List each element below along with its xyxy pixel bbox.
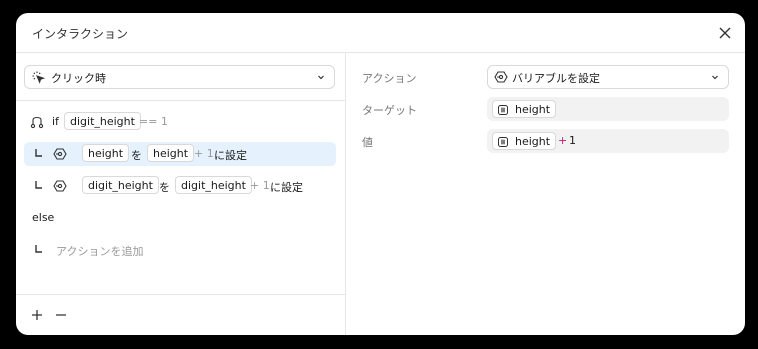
add-action-placeholder[interactable]: アクションを追加 xyxy=(56,243,143,259)
target-variable[interactable]: height xyxy=(82,144,130,162)
divider xyxy=(16,100,345,101)
value-label: 値 xyxy=(362,136,373,149)
operator: + 1 xyxy=(250,179,270,192)
plus-operator: + xyxy=(558,134,568,147)
action-select[interactable]: バリアブルを設定 xyxy=(487,65,729,89)
set-suffix: に設定 xyxy=(214,149,247,162)
target-label: ターゲット xyxy=(362,104,417,117)
if-keyword: if xyxy=(52,115,59,128)
dialog-header: インタラクション xyxy=(16,13,745,53)
value-number: 1 xyxy=(569,134,576,147)
nested-arrow-icon xyxy=(35,245,42,253)
action-row-height[interactable]: height を height + 1 に設定 xyxy=(24,142,336,166)
click-trigger-icon xyxy=(32,71,45,84)
trigger-label: クリック時 xyxy=(51,72,106,85)
else-row[interactable]: else xyxy=(24,206,336,230)
logic-pane: クリック時 if digit_height == 1 height を heig… xyxy=(16,53,346,335)
chevron-down-icon xyxy=(712,75,718,80)
target-value: height xyxy=(515,103,551,116)
set-variable-icon xyxy=(53,148,67,160)
action-row-digit-height[interactable]: digit_height を digit_height + 1 に設定 xyxy=(24,174,336,198)
remove-icon[interactable] xyxy=(54,308,68,322)
target-field[interactable]: height xyxy=(487,97,729,121)
close-icon[interactable] xyxy=(717,25,733,41)
add-action-row[interactable]: アクションを追加 xyxy=(24,238,336,262)
value-variable: height xyxy=(515,135,551,148)
condition-operator: == 1 xyxy=(139,115,168,128)
action-label: アクション xyxy=(362,72,417,85)
target-variable[interactable]: digit_height xyxy=(82,176,159,194)
wo-particle: を xyxy=(159,181,170,194)
action-value: バリアブルを設定 xyxy=(512,72,600,85)
operator: + 1 xyxy=(194,147,214,160)
if-row[interactable]: if digit_height == 1 xyxy=(24,110,336,134)
wo-particle: を xyxy=(131,149,142,162)
variable-icon xyxy=(498,105,508,115)
source-variable[interactable]: height xyxy=(147,144,195,162)
nested-arrow-icon xyxy=(35,181,42,189)
condition-variable[interactable]: digit_height xyxy=(64,112,141,130)
set-variable-icon xyxy=(494,71,508,83)
interaction-dialog: インタラクション クリック時 if digit_height == 1 heig… xyxy=(16,13,745,335)
value-variable-chip[interactable]: height xyxy=(492,132,557,150)
trigger-select[interactable]: クリック時 xyxy=(24,65,335,89)
dialog-title: インタラクション xyxy=(32,27,129,41)
variable-icon xyxy=(498,137,508,147)
chevron-down-icon xyxy=(318,75,324,80)
else-keyword: else xyxy=(32,211,55,224)
branch-icon xyxy=(30,116,44,129)
target-variable-chip[interactable]: height xyxy=(492,100,557,118)
set-suffix: に設定 xyxy=(270,181,303,194)
properties-pane: アクション バリアブルを設定 ターゲット height 値 height + 1 xyxy=(346,53,745,335)
nested-arrow-icon xyxy=(35,149,42,157)
source-variable[interactable]: digit_height xyxy=(175,176,252,194)
divider xyxy=(16,294,345,295)
add-icon[interactable] xyxy=(30,308,44,322)
set-variable-icon xyxy=(53,180,67,192)
value-field[interactable]: height + 1 xyxy=(487,129,729,153)
